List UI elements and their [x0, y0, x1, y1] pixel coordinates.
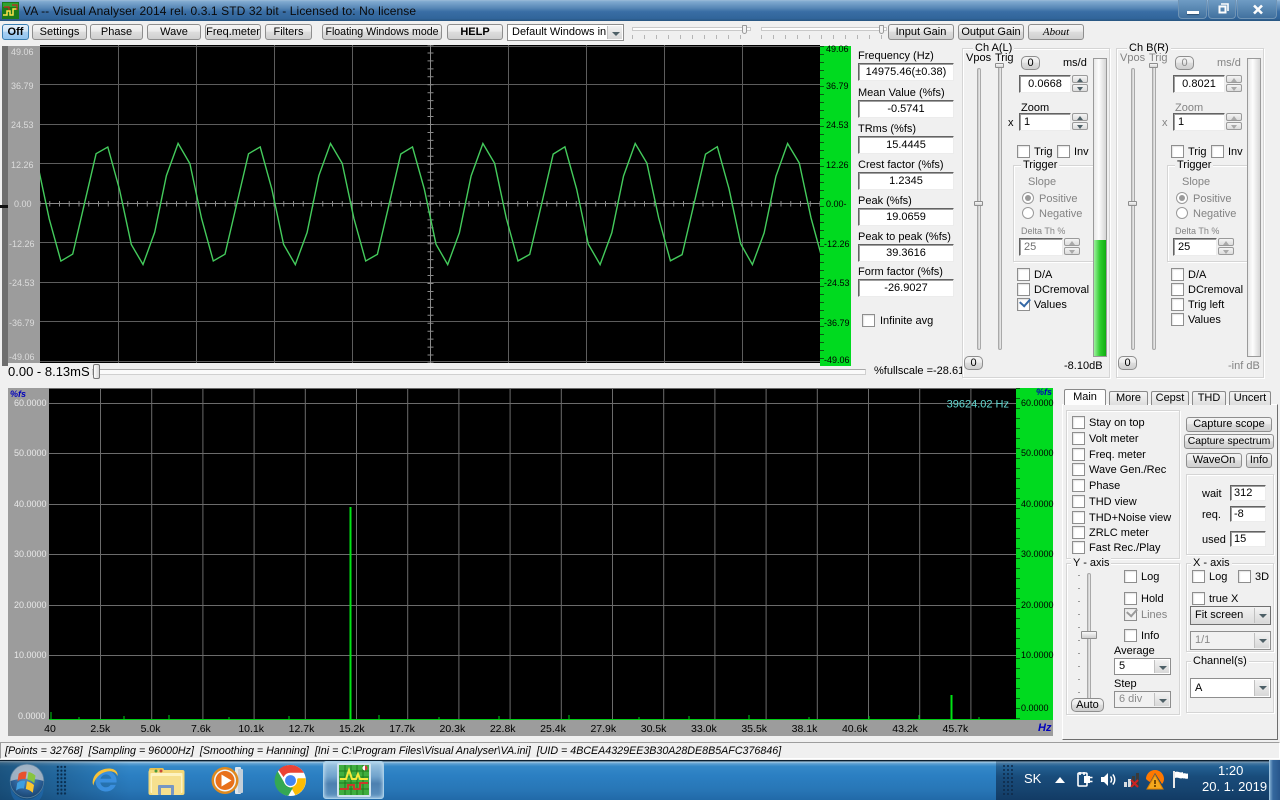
svg-text:39624.02 Hz: 39624.02 Hz	[947, 399, 1009, 411]
